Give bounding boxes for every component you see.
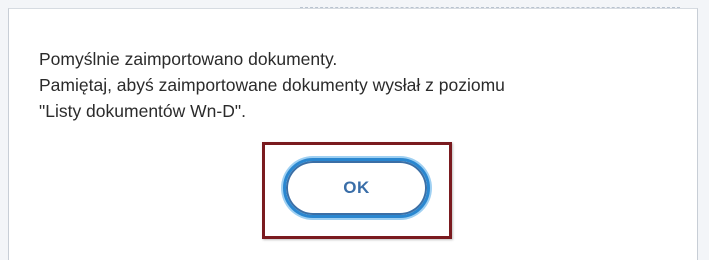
message-line-2: Pamiętaj, abyś zaimportowane dokumenty w…	[39, 75, 505, 95]
dialog-message: Pomyślnie zaimportowano dokumenty. Pamię…	[39, 46, 679, 124]
ok-button[interactable]: OK	[283, 158, 430, 218]
message-line-1: Pomyślnie zaimportowano dokumenty.	[39, 49, 338, 69]
screen: Pomyślnie zaimportowano dokumenty. Pamię…	[0, 0, 709, 260]
ok-button-label: OK	[343, 178, 370, 197]
message-line-3: "Listy dokumentów Wn-D".	[39, 101, 246, 121]
